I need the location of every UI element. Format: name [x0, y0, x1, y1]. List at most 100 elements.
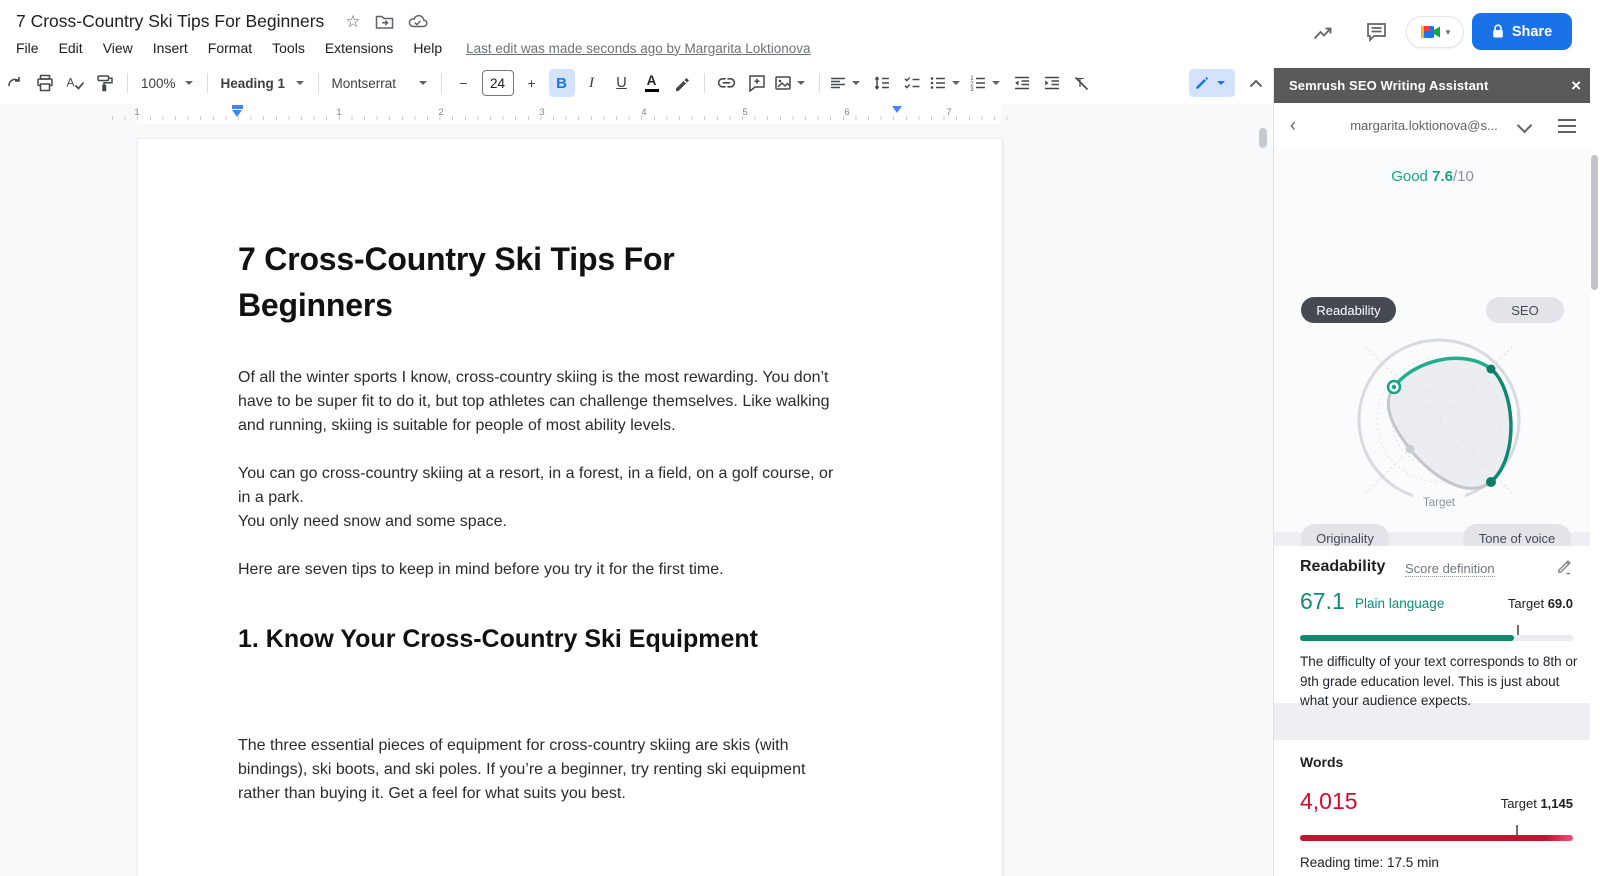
reading-time: Reading time: 17.5 min	[1300, 855, 1439, 870]
account-email[interactable]: margarita.loktionova@s...	[1334, 118, 1514, 133]
score-gauge: Target	[1329, 330, 1549, 530]
add-comment-icon[interactable]	[744, 69, 770, 97]
share-label: Share	[1511, 23, 1553, 40]
star-icon[interactable]: ☆	[345, 13, 360, 30]
redo-icon[interactable]	[2, 69, 28, 97]
readability-progress	[1300, 635, 1573, 641]
last-edit-link[interactable]: Last edit was made seconds ago by Margar…	[466, 41, 810, 56]
svg-text:A: A	[67, 76, 75, 90]
menu-format[interactable]: Format	[198, 37, 262, 59]
increase-indent-icon[interactable]	[1039, 69, 1065, 97]
menu-help[interactable]: Help	[403, 37, 452, 59]
doc-heading-1[interactable]: 7 Cross-Country Ski Tips For Beginners	[238, 236, 798, 328]
words-target: Target 1,145	[1500, 796, 1573, 811]
spellcheck-icon[interactable]: A	[62, 69, 88, 97]
semrush-panel: Semrush SEO Writing Assistant × ‹ margar…	[1273, 68, 1591, 876]
readability-card: Readability Score definition 67.1 Plain …	[1274, 546, 1591, 708]
menu-extensions[interactable]: Extensions	[315, 37, 403, 59]
right-indent-marker[interactable]	[892, 106, 902, 113]
doc-paragraph[interactable]: The three essential pieces of equipment …	[238, 734, 846, 806]
readability-level: Plain language	[1355, 596, 1445, 611]
document-canvas: 7 Cross-Country Ski Tips For Beginners O…	[0, 124, 1273, 876]
menu-view[interactable]: View	[93, 37, 143, 59]
tab-readability[interactable]: Readability	[1301, 297, 1396, 323]
ruler: 1 1 2 3 4 5 6 7	[0, 104, 1273, 124]
menu-bar: File Edit View Insert Format Tools Exten…	[6, 36, 811, 60]
left-indent-marker[interactable]	[232, 110, 242, 117]
document-title[interactable]: 7 Cross-Country Ski Tips For Beginners	[16, 11, 324, 32]
font-select[interactable]: Montserrat	[328, 69, 432, 97]
gauge-target-label: Target	[1423, 497, 1456, 509]
browser-scrollbar-track	[1590, 0, 1600, 876]
clear-formatting-icon[interactable]: T	[1069, 69, 1095, 97]
text-color-button[interactable]: A	[639, 69, 665, 97]
browser-scrollbar-thumb[interactable]	[1591, 155, 1598, 290]
checklist-icon[interactable]	[899, 69, 925, 97]
doc-paragraph[interactable]: You only need snow and some space.	[238, 510, 846, 534]
chevron-down-icon[interactable]	[1516, 117, 1533, 134]
bulleted-list-icon[interactable]	[929, 69, 965, 97]
menu-file[interactable]: File	[6, 37, 49, 59]
pencil-icon	[1196, 76, 1209, 89]
google-meet-icon	[1420, 24, 1442, 40]
semrush-panel-header: Semrush SEO Writing Assistant ×	[1274, 68, 1591, 103]
chevron-down-icon: ▾	[1445, 26, 1451, 37]
cloud-saved-icon[interactable]	[408, 13, 428, 29]
align-icon[interactable]	[829, 69, 865, 97]
paragraph-style-select[interactable]: Heading 1	[217, 69, 309, 97]
print-icon[interactable]	[32, 69, 58, 97]
svg-text:3: 3	[970, 87, 974, 92]
doc-paragraph[interactable]: Of all the winter sports I know, cross-c…	[238, 366, 846, 438]
menu-edit[interactable]: Edit	[49, 37, 93, 59]
score-card: Good 7.6/10 Readability SEO Target Origi…	[1274, 150, 1591, 612]
share-button[interactable]: Share	[1472, 13, 1572, 50]
document-page[interactable]: 7 Cross-Country Ski Tips For Beginners O…	[137, 138, 1003, 876]
join-call-button[interactable]: ▾	[1406, 16, 1464, 48]
toolbar: A 100% Heading 1 Montserrat − 24 + B I U	[0, 62, 1273, 105]
readability-target: Target 69.0	[1507, 596, 1573, 611]
menu-icon[interactable]	[1558, 119, 1576, 137]
decrease-indent-icon[interactable]	[1009, 69, 1035, 97]
semrush-panel-title: Semrush SEO Writing Assistant	[1289, 78, 1489, 93]
increase-font-size-button[interactable]: +	[519, 69, 545, 97]
underline-button[interactable]: U	[609, 69, 635, 97]
font-size-input[interactable]: 24	[481, 70, 514, 96]
google-docs-app: 7 Cross-Country Ski Tips For Beginners ☆…	[0, 0, 1600, 876]
editing-mode-button[interactable]	[1189, 69, 1235, 97]
insert-image-icon[interactable]	[774, 69, 810, 97]
doc-paragraph[interactable]: You can go cross-country skiing at a res…	[238, 462, 846, 510]
readability-description: The difficulty of your text corresponds …	[1300, 654, 1578, 708]
back-icon[interactable]: ‹	[1290, 114, 1296, 136]
document-scrollbar-thumb[interactable]	[1259, 128, 1267, 148]
menu-tools[interactable]: Tools	[262, 37, 315, 59]
edit-pencil-icon[interactable]	[1556, 558, 1573, 575]
close-icon[interactable]: ×	[1571, 68, 1581, 103]
first-line-indent-marker[interactable]	[232, 105, 243, 109]
words-count: 4,015	[1300, 788, 1358, 814]
words-title: Words	[1300, 754, 1344, 770]
bold-button[interactable]: B	[548, 69, 575, 97]
menu-insert[interactable]: Insert	[143, 37, 198, 59]
lock-icon	[1492, 24, 1504, 39]
zoom-select[interactable]: 100%	[137, 69, 198, 97]
words-card: Words 4,015 Target 1,145 Reading time: 1…	[1274, 740, 1591, 876]
tab-seo[interactable]: SEO	[1486, 297, 1564, 323]
account-row: ‹ margarita.loktionova@s...	[1274, 103, 1591, 151]
titlebar: 7 Cross-Country Ski Tips For Beginners ☆…	[0, 0, 1273, 62]
score-definition-link[interactable]: Score definition	[1405, 561, 1495, 577]
words-progress	[1300, 835, 1573, 841]
activity-dashboard-icon[interactable]	[1313, 24, 1333, 42]
insert-link-icon[interactable]	[714, 69, 740, 97]
paint-format-icon[interactable]	[92, 69, 118, 97]
numbered-list-icon[interactable]: 1 2 3	[969, 69, 1005, 97]
italic-button[interactable]: I	[579, 69, 605, 97]
comments-icon[interactable]	[1366, 22, 1387, 42]
decrease-font-size-button[interactable]: −	[451, 69, 477, 97]
readability-title: Readability	[1300, 558, 1386, 575]
doc-heading-2[interactable]: 1. Know Your Cross-Country Ski Equipment	[238, 621, 846, 657]
hide-menus-icon[interactable]	[1249, 79, 1263, 88]
highlight-color-icon[interactable]	[669, 69, 695, 97]
doc-paragraph[interactable]: Here are seven tips to keep in mind befo…	[238, 558, 846, 582]
line-spacing-icon[interactable]	[869, 69, 895, 97]
move-to-folder-icon[interactable]	[375, 13, 394, 30]
